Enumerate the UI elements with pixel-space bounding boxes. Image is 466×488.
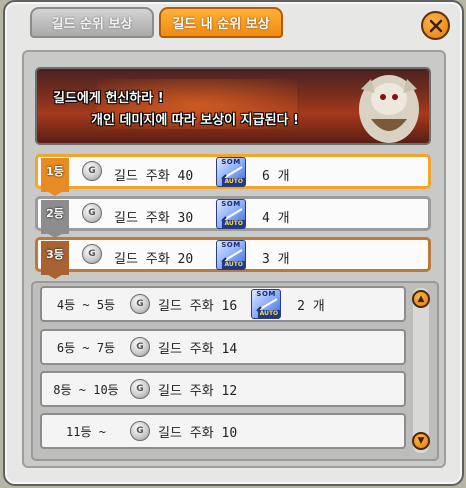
boss-character-image	[359, 75, 419, 143]
auto-ticket-icon: SOM AUTO	[251, 289, 282, 319]
reward-item-label: 길드 주화 20	[114, 252, 194, 267]
reward-item-label: 길드 주화 40	[114, 169, 194, 184]
rank-row-2: 2등 G 길드 주화 30 SOM AUTO 4 개	[35, 196, 431, 238]
close-icon	[429, 19, 442, 32]
reward-item-label: 길드 주화 16	[158, 298, 238, 314]
scrollbar-track[interactable]	[413, 288, 429, 453]
list-item: 11등 ~ G 길드 주화 10	[40, 413, 406, 449]
guild-coin-icon: G	[130, 379, 150, 399]
rank-row-1: 1등 G 길드 주화 40 SOM AUTO 6 개	[35, 154, 431, 196]
rank-range-label: 6등 ~ 7등	[56, 340, 116, 355]
list-item: 6등 ~ 7등 G 길드 주화 14	[40, 329, 406, 365]
guild-coin-icon: G	[82, 244, 102, 264]
banner-subtitle: 개인 데미지에 따라 보상이 지급된다 !	[91, 113, 299, 128]
reward-count: 2 개	[297, 298, 325, 314]
auto-ticket-icon: SOM AUTO	[216, 240, 246, 270]
banner-title: 길드에게 헌신하라 !	[53, 91, 164, 106]
scroll-up-button[interactable]: ▲	[412, 290, 430, 308]
reward-count: 6 개	[262, 169, 290, 184]
scroll-down-button[interactable]: ▼	[412, 432, 430, 450]
close-button[interactable]	[421, 11, 450, 40]
reward-count: 4 개	[262, 211, 290, 226]
list-item: 8등 ~ 10등 G 길드 주화 12	[40, 371, 406, 407]
reward-count: 3 개	[262, 252, 290, 267]
rank-badge-silver: 2등	[41, 200, 69, 238]
rank-range-label: 11등 ~	[66, 424, 106, 439]
guild-coin-icon: G	[130, 421, 150, 441]
reward-item-label: 길드 주화 30	[114, 211, 194, 226]
guild-coin-icon: G	[130, 294, 150, 314]
chevron-up-icon: ▲	[417, 294, 425, 304]
chevron-down-icon: ▼	[417, 436, 425, 446]
tab-guild-rank-reward[interactable]: 길드 순위 보상	[30, 7, 154, 38]
auto-ticket-icon: SOM AUTO	[216, 157, 246, 187]
rank-row-3: 3등 G 길드 주화 20 SOM AUTO 3 개	[35, 237, 431, 279]
rank-badge-gold: 1등	[41, 158, 69, 196]
guild-coin-icon: G	[130, 337, 150, 357]
rank-range-label: 4등 ~ 5등	[56, 297, 116, 312]
list-item: 4등 ~ 5등 G 길드 주화 16 SOM AUTO 2 개	[40, 286, 406, 322]
guild-coin-icon: G	[82, 203, 102, 223]
rank-range-label: 8등 ~ 10등	[53, 382, 119, 397]
tab-in-guild-rank-reward[interactable]: 길드 내 순위 보상	[159, 7, 283, 38]
auto-ticket-icon: SOM AUTO	[216, 199, 246, 229]
reward-item-label: 길드 주화 14	[158, 341, 238, 357]
reward-item-label: 길드 주화 10	[158, 425, 238, 441]
event-banner: 길드에게 헌신하라 ! 개인 데미지에 따라 보상이 지급된다 !	[35, 67, 431, 145]
reward-item-label: 길드 주화 12	[158, 383, 238, 399]
rank-badge-bronze: 3등	[41, 241, 69, 279]
guild-coin-icon: G	[82, 161, 102, 181]
